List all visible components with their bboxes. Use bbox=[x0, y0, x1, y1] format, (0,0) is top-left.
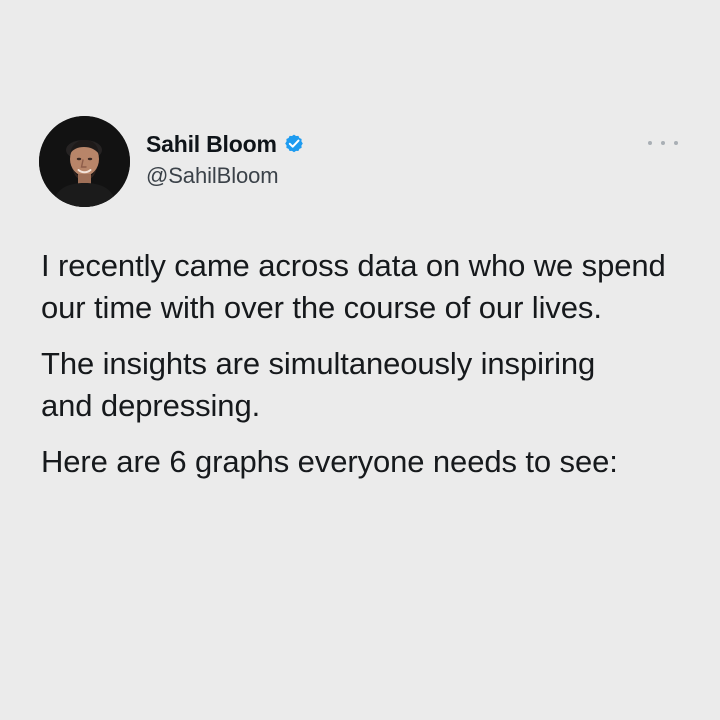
tweet-body: I recently came across data on who we sp… bbox=[41, 245, 691, 497]
tweet-card: Sahil Bloom @SahilBloom I recently came … bbox=[0, 0, 720, 720]
tweet-paragraph-1: I recently came across data on who we sp… bbox=[41, 248, 666, 325]
name-row: Sahil Bloom bbox=[146, 129, 305, 159]
tweet-paragraph-2: The insights are simultaneously inspirin… bbox=[41, 346, 596, 423]
avatar[interactable] bbox=[39, 116, 130, 207]
menu-dot bbox=[674, 141, 678, 145]
tweet-paragraph-3: Here are 6 graphs everyone needs to see: bbox=[41, 444, 618, 479]
display-name[interactable]: Sahil Bloom bbox=[146, 131, 277, 158]
user-handle[interactable]: @SahilBloom bbox=[146, 163, 305, 189]
menu-dot bbox=[661, 141, 665, 145]
more-horizontal-icon[interactable] bbox=[648, 137, 678, 149]
verified-badge-icon bbox=[283, 133, 305, 155]
menu-dot bbox=[648, 141, 652, 145]
author-block: Sahil Bloom @SahilBloom bbox=[146, 129, 305, 189]
